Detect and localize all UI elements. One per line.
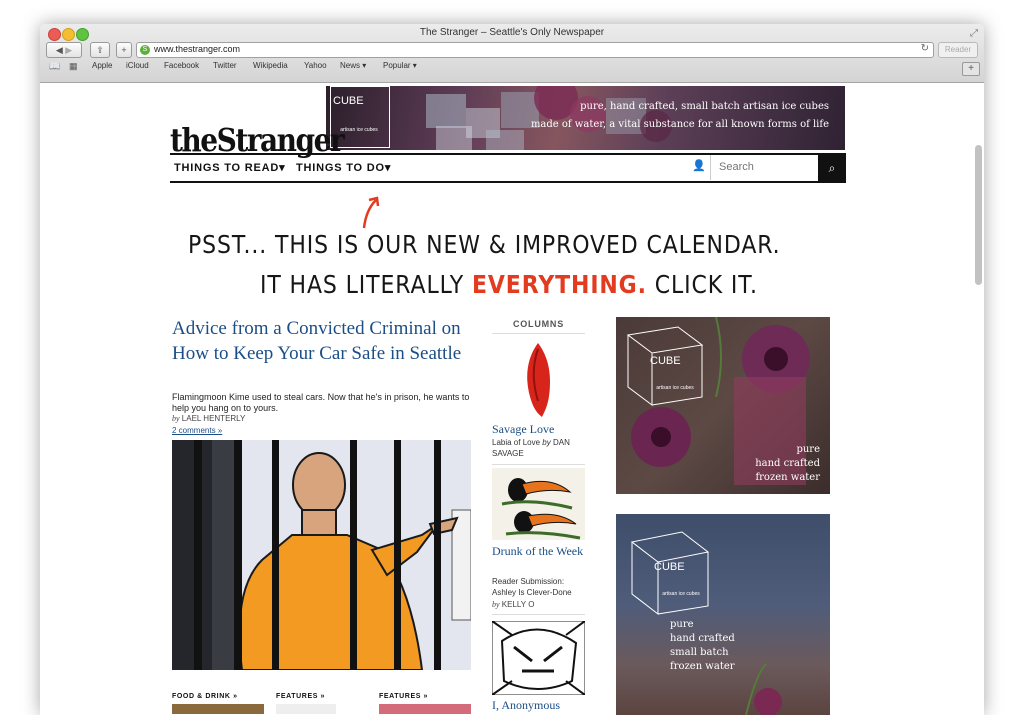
column-drunk-of-week-byline: by KELLY O [492,599,588,610]
side-ad-2-line4: frozen water [670,661,735,672]
columns-heading: COLUMNS [492,319,585,334]
search-input[interactable] [711,155,815,178]
bookmarks-bar: 📖 ▦ Apple iCloud Facebook Twitter Wikipe… [40,60,984,74]
side-ad-2-line3: small batch [670,647,729,658]
top-sites-grid-icon[interactable]: ▦ [69,61,78,72]
lead-story-author[interactable]: LAEL HENTERLY [182,414,246,423]
side-ad-2-line2: hand crafted [670,633,735,644]
page-scrollbar[interactable] [975,145,982,285]
top-ad-line1: pure, hand crafted, small batch artisan … [580,101,829,112]
column-drunk-of-week-by: by [492,600,500,609]
lead-story-dek: Flamingmoon Kime used to steal cars. Now… [172,392,470,413]
column-divider [492,464,585,465]
nav-things-to-do[interactable]: THINGS TO DO▾ [296,161,391,174]
bookmark-facebook[interactable]: Facebook [164,61,199,70]
reader-button[interactable]: Reader [938,42,978,58]
bookmark-wikipedia[interactable]: Wikipedia [253,61,288,70]
user-icon[interactable]: 👤 [692,159,706,172]
new-tab-button[interactable]: + [962,62,980,76]
site-favicon-icon: S [140,45,150,55]
promo-line1-end: IS OUR NEW & IMPROVED CALENDAR. [336,230,781,259]
food-drink-thumbnail[interactable] [172,704,264,714]
browser-window: The Stranger – Seattle's Only Newspaper … [40,24,984,715]
address-bar[interactable]: S www.thestranger.com ↻ [136,42,934,58]
reading-list-icon[interactable]: 📖 [49,61,60,72]
promo-line1-start: PSST... THIS [188,230,329,259]
ice-cubes-image [426,86,672,150]
savage-love-lips-image[interactable] [492,341,585,419]
promo-everything: EVERYTHING. [471,270,647,299]
section-food-drink[interactable]: FOOD & DRINK » [172,693,238,700]
side-ad-1-line2: hand crafted [755,458,820,469]
red-arrow-icon [362,196,380,229]
column-drunk-of-week-dek: Reader Submission: Ashley Is Clever-Done [492,577,572,597]
byline-by: by [172,414,180,423]
search-icon: ⌕ [828,161,836,175]
bookmark-icloud[interactable]: iCloud [126,61,149,70]
side-ad-2-image [630,531,782,715]
top-ad-line2: made of water, a vital substance for all… [530,119,829,130]
side-ad-2-brand: CUBE [654,561,685,573]
bookmark-twitter[interactable]: Twitter [213,61,237,70]
column-drunk-of-week-author[interactable]: KELLY O [502,600,535,609]
column-divider [492,614,585,615]
side-ad-1-brand: CUBE [650,355,681,367]
bookmark-news[interactable]: News ▾ [340,61,366,70]
share-icon: ⇪ [96,45,104,55]
top-ad-banner[interactable]: CUBE artisan ice cubes pure, hand crafte… [326,86,845,150]
search-button[interactable]: ⌕ [818,155,846,181]
lead-story-byline: by LAEL HENTERLY [172,414,245,423]
forward-arrow-icon[interactable]: ▶ [65,45,72,55]
bookmark-yahoo[interactable]: Yahoo [304,61,327,70]
bookmark-apple[interactable]: Apple [92,61,112,70]
plus-icon: + [121,45,127,55]
side-ad-2[interactable]: CUBE artisan ice cubes pure hand crafted… [616,514,830,715]
side-ad-2-brand-sub: artisan ice cubes [662,591,700,597]
top-ad-brand-sub: artisan ice cubes [340,127,378,133]
features-thumbnail-1[interactable] [276,704,336,714]
promo-line2-start: IT HAS LITERALLY [260,270,465,299]
add-bookmark-button[interactable]: + [116,42,132,58]
column-i-anonymous-title[interactable]: I, Anonymous [492,698,588,712]
side-ad-1-line1: pure [796,444,820,455]
promo-click-it: CLICK IT. [654,270,758,299]
side-ad-1-brand-sub: artisan ice cubes [656,385,694,391]
lead-story-illustration[interactable] [172,440,471,670]
address-url[interactable]: www.thestranger.com [154,44,240,54]
section-features-1[interactable]: FEATURES » [276,693,325,700]
column-savage-love-title[interactable]: Savage Love [492,422,588,436]
top-ad-brand: CUBE [333,95,364,107]
share-button[interactable]: ⇪ [90,42,110,58]
column-drunk-of-week-title[interactable]: Drunk of the Week [492,544,588,558]
calendar-promo[interactable]: PSST... THIS IS OUR NEW & IMPROVED CALEN… [180,196,840,299]
side-ad-2-line1: pure [670,619,694,630]
window-title: The Stranger – Seattle's Only Newspaper [419,27,605,38]
search-field-wrap [710,155,819,180]
side-ad-1-line3: frozen water [755,472,820,483]
lead-story-headline[interactable]: Advice from a Convicted Criminal on How … [172,316,472,366]
fullscreen-icon[interactable]: ⤢ [970,28,978,39]
section-features-2[interactable]: FEATURES » [379,693,428,700]
column-savage-love-dek-text: Labia of Love [492,438,541,447]
web-page: CUBE artisan ice cubes pure, hand crafte… [40,83,984,715]
column-savage-love-by: by [542,438,551,447]
column-savage-love-dek: Labia of Love by DAN SAVAGE [492,437,586,459]
i-anonymous-image[interactable] [492,621,585,695]
features-thumbnail-2[interactable] [379,704,471,714]
browser-toolbar: The Stranger – Seattle's Only Newspaper … [40,24,984,83]
back-arrow-icon[interactable]: ◀ [56,45,63,55]
side-ad-1[interactable]: CUBE artisan ice cubes pure hand crafted… [616,317,830,494]
reload-icon[interactable]: ↻ [921,43,929,54]
site-nav: THINGS TO READ▾ THINGS TO DO▾ 👤 ⌕ [170,153,846,183]
nav-things-to-read[interactable]: THINGS TO READ▾ [174,161,285,174]
back-forward-buttons[interactable]: ◀ ▶ [46,42,82,58]
bookmark-popular[interactable]: Popular ▾ [383,61,417,70]
drunk-of-the-week-toucan-image[interactable] [492,468,585,540]
lead-story-comments-link[interactable]: 2 comments » [172,426,222,435]
